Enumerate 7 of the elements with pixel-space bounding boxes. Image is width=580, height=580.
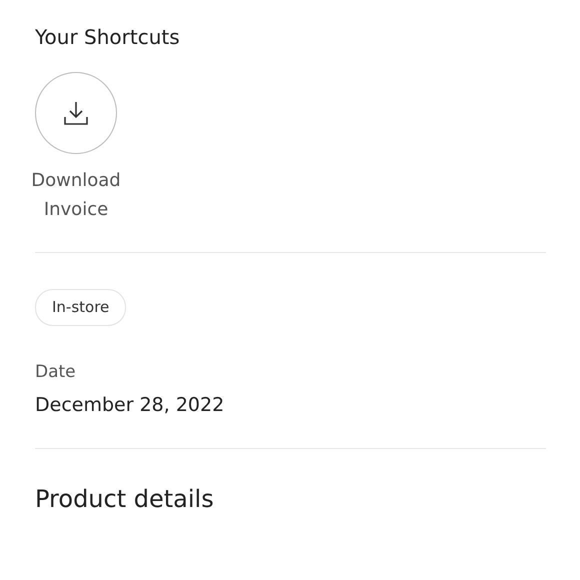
section-title: Product details	[35, 484, 215, 514]
section-title: Your Shortcuts	[35, 24, 181, 51]
download-icon	[62, 99, 90, 127]
store-tag: In-store	[35, 289, 126, 326]
date-label: Date	[35, 360, 77, 384]
shortcut-label[interactable]: Download Invoice	[27, 166, 125, 224]
date-value: December 28, 2022	[35, 393, 226, 418]
